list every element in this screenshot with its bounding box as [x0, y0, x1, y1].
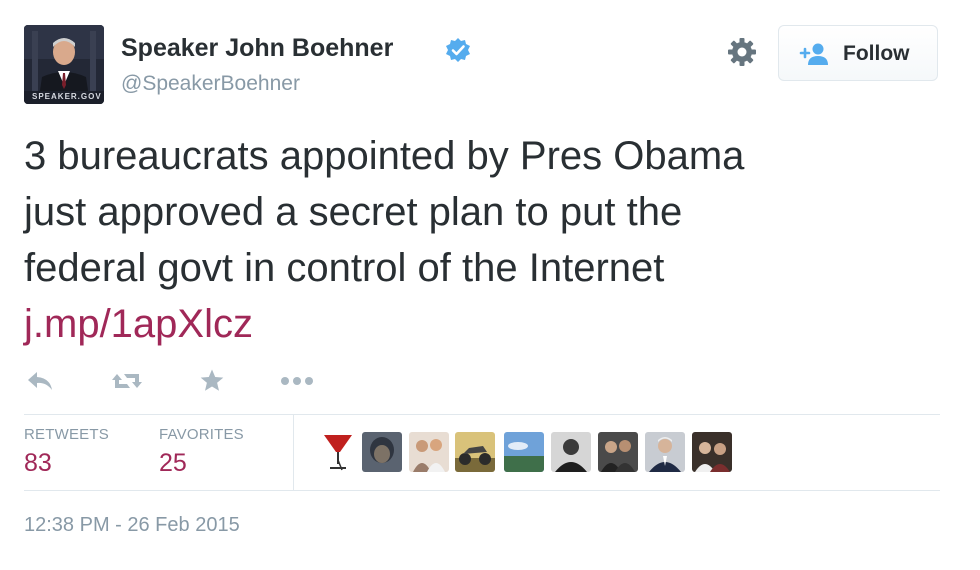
divider-bottom — [24, 490, 940, 491]
engager-avatar[interactable] — [409, 432, 449, 472]
engager-avatar[interactable] — [551, 432, 591, 472]
avatar-caption: SPEAKER.GOV — [32, 92, 102, 101]
follow-label: Follow — [843, 42, 910, 65]
tweet-line: federal govt in control of the Internet — [24, 246, 665, 290]
add-user-icon — [799, 42, 831, 66]
verified-badge-icon — [445, 37, 471, 63]
engager-avatar[interactable] — [362, 432, 402, 472]
follow-button[interactable]: Follow — [778, 25, 938, 81]
gear-icon[interactable] — [726, 36, 758, 68]
engager-avatar[interactable] — [504, 432, 544, 472]
tweet-line: 3 bureaucrats appointed by Pres Obama — [24, 134, 745, 178]
author-name[interactable]: Speaker John Boehner — [121, 34, 393, 63]
retweets-label: RETWEETS — [24, 426, 109, 443]
retweets-count: 83 — [24, 449, 52, 477]
divider-top — [24, 414, 940, 415]
engager-avatar[interactable] — [318, 432, 358, 472]
favorite-icon[interactable] — [199, 368, 225, 399]
more-icon[interactable] — [280, 374, 314, 392]
favorites-count: 25 — [159, 449, 187, 477]
author-avatar[interactable]: SPEAKER.GOV — [24, 25, 104, 104]
favorites-label: FAVORITES — [159, 426, 244, 443]
retweets-stat[interactable]: RETWEETS 83 — [24, 426, 109, 478]
tweet-line: just approved a secret plan to put the — [24, 190, 683, 234]
retweet-icon[interactable] — [110, 370, 144, 397]
engager-avatar[interactable] — [598, 432, 638, 472]
engager-avatar[interactable] — [692, 432, 732, 472]
tweet-text: 3 bureaucrats appointed by Pres Obama ju… — [24, 128, 924, 352]
reply-icon[interactable] — [26, 370, 54, 397]
stats-divider — [293, 415, 294, 490]
engager-avatar[interactable] — [645, 432, 685, 472]
favorites-stat[interactable]: FAVORITES 25 — [159, 426, 244, 478]
tweet-link[interactable]: j.mp/1apXlcz — [24, 296, 924, 352]
engager-avatar[interactable] — [455, 432, 495, 472]
author-handle[interactable]: @SpeakerBoehner — [121, 72, 300, 96]
tweet-timestamp[interactable]: 12:38 PM - 26 Feb 2015 — [24, 514, 240, 537]
